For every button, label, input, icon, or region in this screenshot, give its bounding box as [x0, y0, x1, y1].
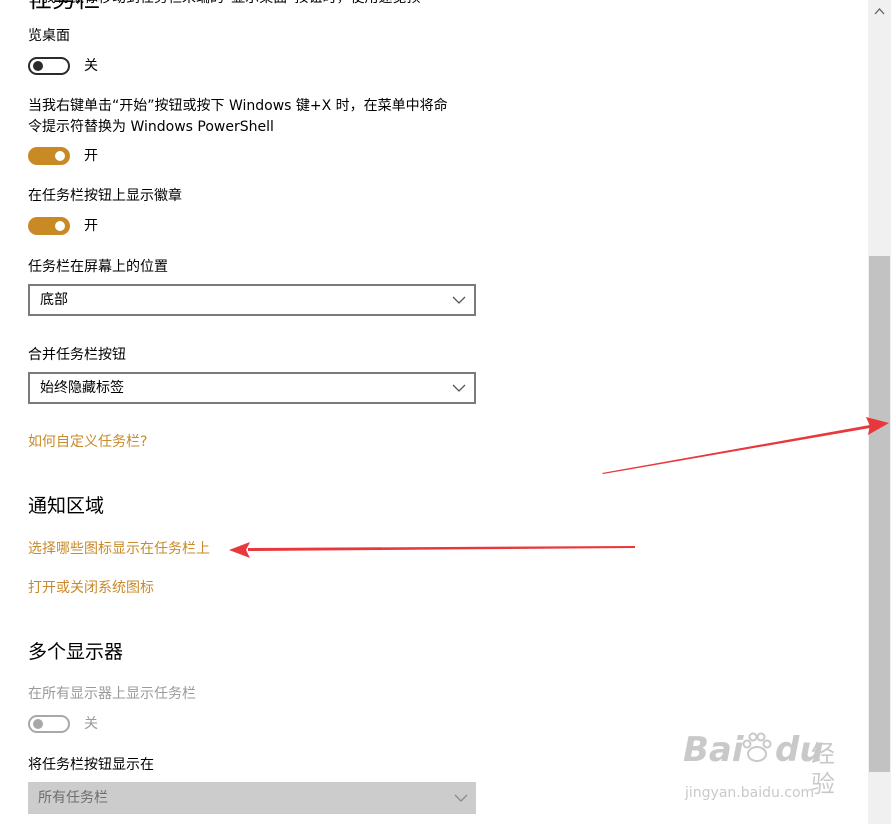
watermark-brand: Bai: [683, 730, 744, 770]
annotation-arrows: [229, 417, 889, 558]
paw-icon: [742, 732, 772, 762]
baidu-watermark: Bai du 经验 jingyan.baidu.com: [683, 730, 853, 810]
watermark-text: 经验: [811, 740, 835, 798]
watermark-url: jingyan.baidu.com: [685, 785, 815, 801]
red-arrow-annotation: [602, 417, 889, 474]
red-arrow-annotation: [229, 542, 635, 558]
